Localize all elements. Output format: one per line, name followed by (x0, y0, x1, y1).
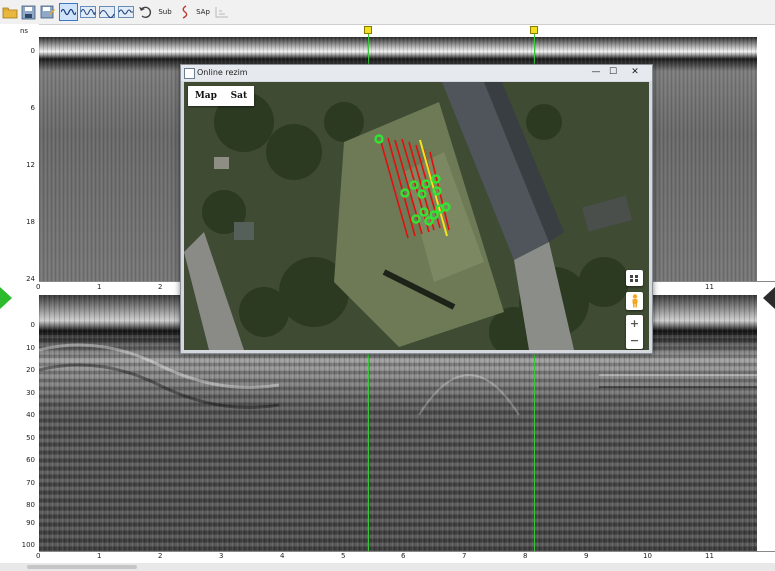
lower-x-tick: 11 (705, 552, 714, 560)
sap-button[interactable]: SAp (195, 3, 211, 21)
lower-y-tick: 60 (26, 456, 35, 464)
lower-y-tick: 70 (26, 479, 35, 487)
scroll-left-arrow-icon[interactable] (0, 287, 12, 309)
lower-x-tick: 1 (97, 552, 102, 560)
lower-y-tick: 10 (26, 344, 35, 352)
upper-y-tick: 12 (26, 161, 35, 169)
lower-x-tick: 4 (280, 552, 285, 560)
lower-x-tick: 0 (36, 552, 41, 560)
lower-x-tick: 5 (341, 552, 346, 560)
undo-icon[interactable] (136, 3, 154, 21)
lower-y-tick: 50 (26, 434, 35, 442)
lower-x-tick: 6 (401, 552, 406, 560)
window-app-icon (184, 68, 195, 79)
scroll-right-arrow-icon[interactable] (763, 287, 775, 309)
upper-y-axis (0, 24, 39, 286)
lower-x-tick: 9 (584, 552, 589, 560)
zoom-control: + − (626, 315, 643, 349)
zoom-in-button[interactable]: + (630, 317, 639, 330)
upper-x-tick: 11 (705, 283, 714, 291)
lower-y-tick: 100 (21, 541, 35, 549)
lower-x-tick: 7 (462, 552, 467, 560)
lower-y-tick: 30 (26, 389, 35, 397)
lower-y-axis (0, 294, 39, 556)
layers-icon[interactable] (626, 270, 643, 286)
open-folder-icon[interactable] (1, 3, 19, 21)
upper-y-tick: 0 (30, 47, 35, 55)
upper-x-tick: 1 (97, 283, 102, 291)
pegman-icon[interactable] (626, 292, 643, 310)
lower-x-tick: 2 (158, 552, 163, 560)
wave-view-1-button[interactable] (59, 3, 78, 21)
upper-x-tick: 2 (158, 283, 163, 291)
upper-y-tick: 24 (26, 275, 35, 283)
scrollbar-thumb[interactable] (27, 565, 137, 569)
filter-icon[interactable] (176, 3, 194, 21)
upper-y-tick: 6 (30, 104, 35, 112)
toolbar: Sub SAp (0, 0, 775, 25)
sub-button[interactable]: Sub (158, 3, 172, 21)
lower-y-tick: 20 (26, 366, 35, 374)
upper-y-unit: ns (20, 27, 29, 35)
window-title: Online rezim (197, 68, 248, 77)
lower-x-tick: 3 (219, 552, 224, 560)
upper-y-tick: 18 (26, 218, 35, 226)
map-type-map-button[interactable]: Map (195, 91, 217, 101)
lower-y-tick: 90 (26, 519, 35, 527)
close-button[interactable]: ✕ (628, 66, 642, 79)
cursor-marker-left[interactable] (364, 26, 372, 34)
satellite-map[interactable]: Map Sat + − (184, 82, 649, 350)
lower-y-tick: 40 (26, 411, 35, 419)
wave-view-3-button[interactable] (98, 3, 116, 21)
minimize-button[interactable]: — (589, 66, 603, 79)
lower-y-tick: 0 (30, 321, 35, 329)
save-icon[interactable] (19, 3, 37, 21)
lower-x-tick: 8 (523, 552, 528, 560)
upper-x-tick: 0 (36, 283, 41, 291)
zoom-out-button[interactable]: − (630, 334, 639, 347)
map-type-selector: Map Sat (188, 86, 254, 106)
resize-icon (213, 3, 231, 21)
cursor-marker-right[interactable] (530, 26, 538, 34)
wave-view-4-button[interactable] (117, 3, 135, 21)
online-rezim-window[interactable]: Online rezim — ☐ ✕ Map Sat + − (180, 64, 653, 354)
lower-x-tick: 10 (643, 552, 652, 560)
window-titlebar[interactable]: Online rezim — ☐ ✕ (181, 65, 652, 81)
lower-y-tick: 80 (26, 501, 35, 509)
maximize-button[interactable]: ☐ (606, 66, 620, 79)
map-type-sat-button[interactable]: Sat (231, 91, 248, 101)
wave-view-2-button[interactable] (79, 3, 97, 21)
save-as-icon[interactable] (38, 3, 56, 21)
